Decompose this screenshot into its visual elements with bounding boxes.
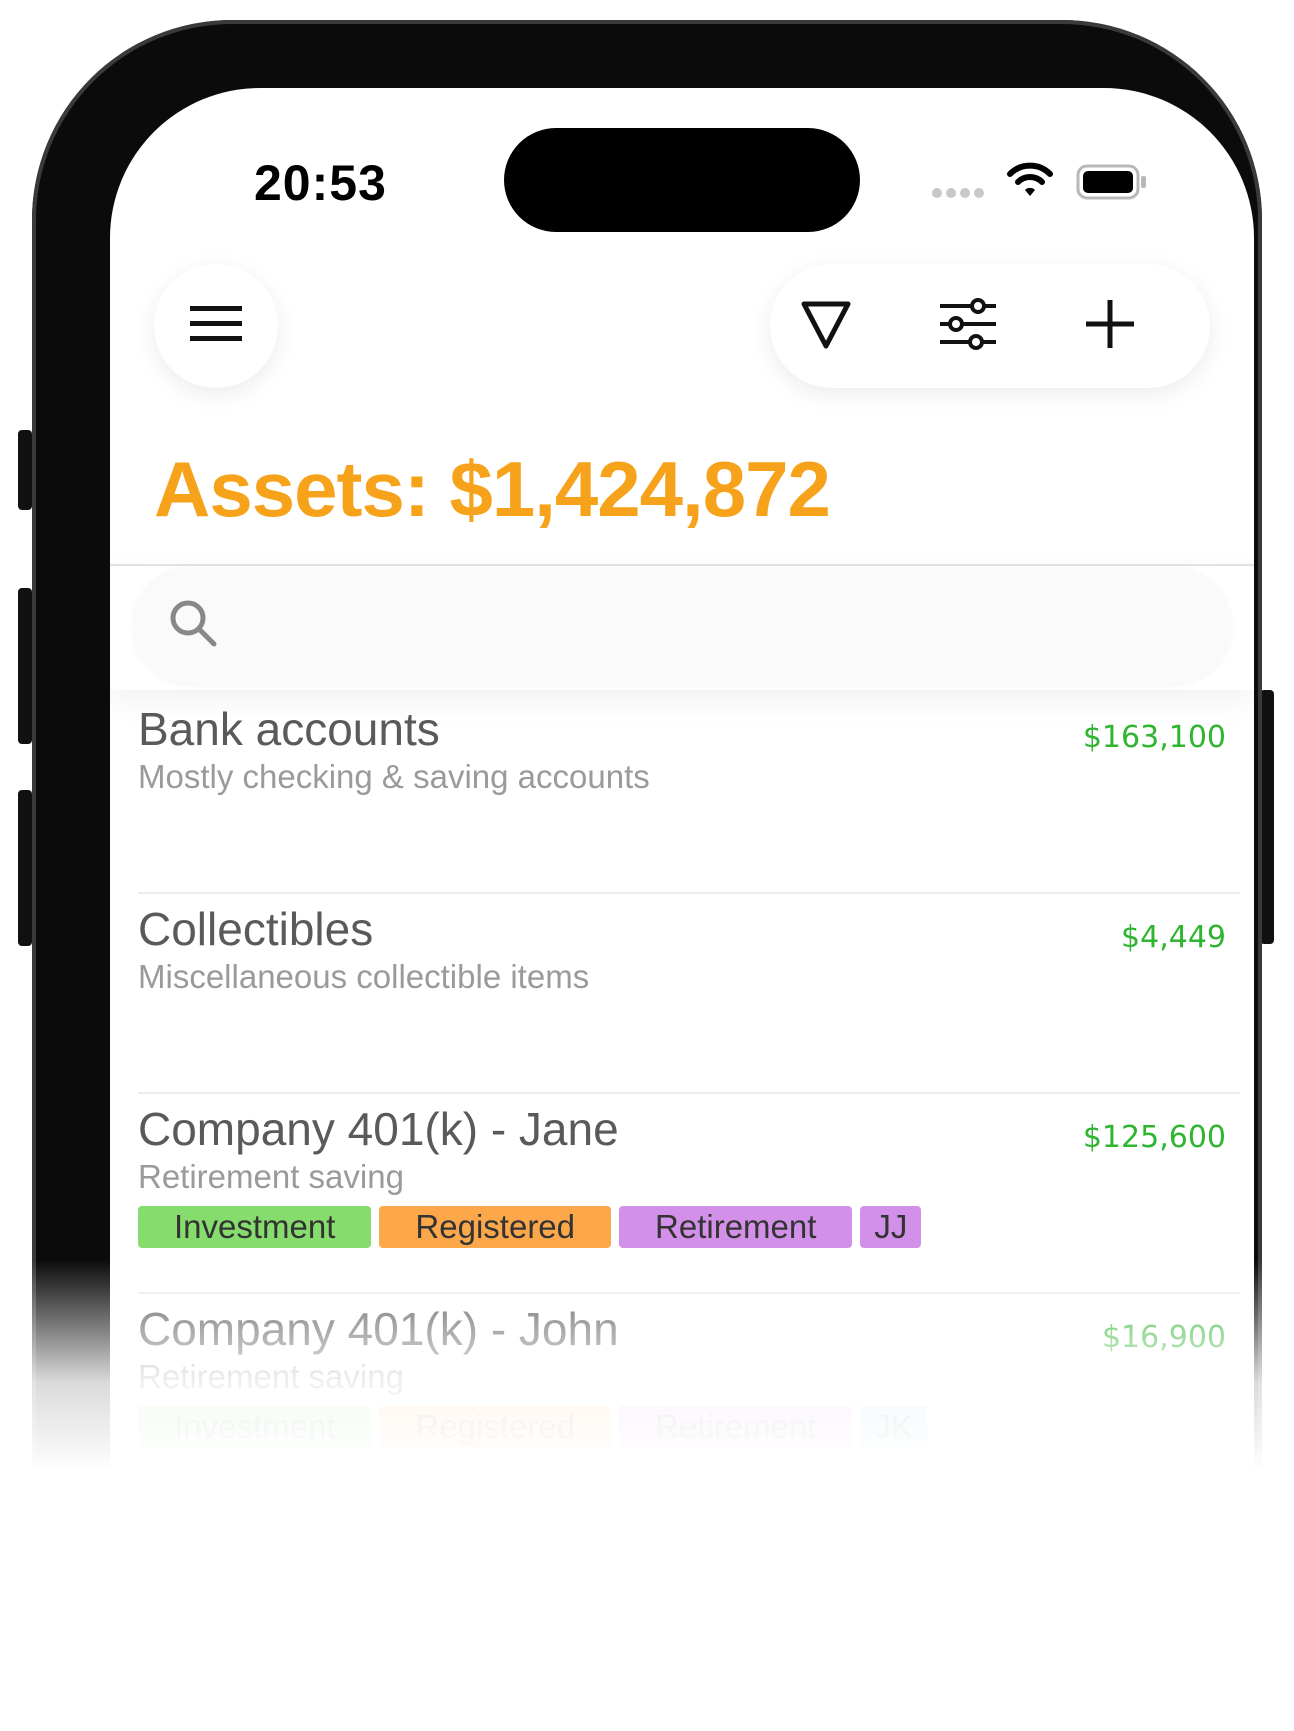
adjust-button[interactable] xyxy=(928,286,1008,366)
add-button[interactable] xyxy=(1070,286,1150,366)
tag-list: Investment Registered Retirement JJ xyxy=(138,1206,922,1248)
search-input[interactable] xyxy=(132,566,1232,684)
account-name: Company 401(k) - Jane xyxy=(138,1103,619,1155)
action-button xyxy=(18,430,32,510)
tag-registered[interactable]: Registered xyxy=(379,1206,612,1248)
account-row[interactable]: Company 401(k) - Jane Retirement saving … xyxy=(138,1094,1240,1294)
tag-owner[interactable]: JK xyxy=(860,1406,927,1448)
sliders-icon xyxy=(938,297,998,355)
filter-button[interactable] xyxy=(786,286,866,366)
search-bar xyxy=(110,564,1254,690)
device-frame: 20:53 Assets: $1,424,872 Bank accounts M… xyxy=(0,0,1294,1731)
menu-button[interactable] xyxy=(154,264,278,388)
account-row[interactable]: Company 401(k) - John Retirement saving … xyxy=(138,1294,1240,1494)
account-amount: $95,320 xyxy=(1101,1520,1226,1555)
account-row[interactable]: E-Trade - Jane Trading account - Jane $9… xyxy=(138,1494,1240,1694)
account-amount: $125,600 xyxy=(1082,1120,1226,1155)
cellular-signal-icon xyxy=(932,188,984,198)
dynamic-island xyxy=(504,128,860,232)
account-description: Mostly checking & saving accounts xyxy=(138,758,650,795)
tag-investment[interactable]: Investment xyxy=(138,1406,372,1448)
tag-owner[interactable]: JJ xyxy=(860,1206,922,1248)
account-name: Bank accounts xyxy=(138,703,440,755)
app-screen: 20:53 Assets: $1,424,872 Bank accounts M… xyxy=(110,88,1254,1731)
hamburger-menu-icon xyxy=(188,304,244,349)
account-name: Collectibles xyxy=(138,903,374,955)
tag-list: Investment Registered Retirement JK xyxy=(138,1406,927,1448)
tag-investment[interactable]: Investment xyxy=(138,1206,372,1248)
account-row[interactable]: Collectibles Miscellaneous collectible i… xyxy=(138,894,1240,1094)
status-time: 20:53 xyxy=(254,155,387,211)
wifi-icon xyxy=(1006,160,1054,205)
volume-down-button xyxy=(18,790,32,946)
account-description: Retirement saving xyxy=(138,1358,404,1395)
account-amount: $16,900 xyxy=(1101,1320,1226,1355)
account-name: Company 401(k) - John xyxy=(138,1303,619,1355)
account-name: E-Trade - Jane xyxy=(138,1503,444,1555)
account-row[interactable]: Bank accounts Mostly checking & saving a… xyxy=(138,694,1240,894)
account-description: Miscellaneous collectible items xyxy=(138,958,590,995)
tag-retirement[interactable]: Retirement xyxy=(619,1406,853,1448)
volume-up-button xyxy=(18,588,32,744)
battery-icon xyxy=(1076,162,1148,207)
power-button xyxy=(1260,690,1274,944)
page-title: Assets: $1,424,872 xyxy=(154,445,831,533)
plus-icon xyxy=(1084,298,1136,355)
account-description: Retirement saving xyxy=(138,1158,404,1195)
phone-body: 20:53 Assets: $1,424,872 Bank accounts M… xyxy=(32,20,1262,1731)
account-amount: $4,449 xyxy=(1121,920,1226,955)
account-amount: $163,100 xyxy=(1082,720,1226,755)
tag-registered[interactable]: Registered xyxy=(379,1406,612,1448)
account-description: Trading account - Jane xyxy=(138,1558,475,1595)
toolbar-group xyxy=(770,264,1210,388)
account-list: Bank accounts Mostly checking & saving a… xyxy=(110,694,1254,1694)
search-icon xyxy=(168,598,218,653)
tag-retirement[interactable]: Retirement xyxy=(619,1206,853,1248)
triangle-filter-icon xyxy=(800,298,852,355)
